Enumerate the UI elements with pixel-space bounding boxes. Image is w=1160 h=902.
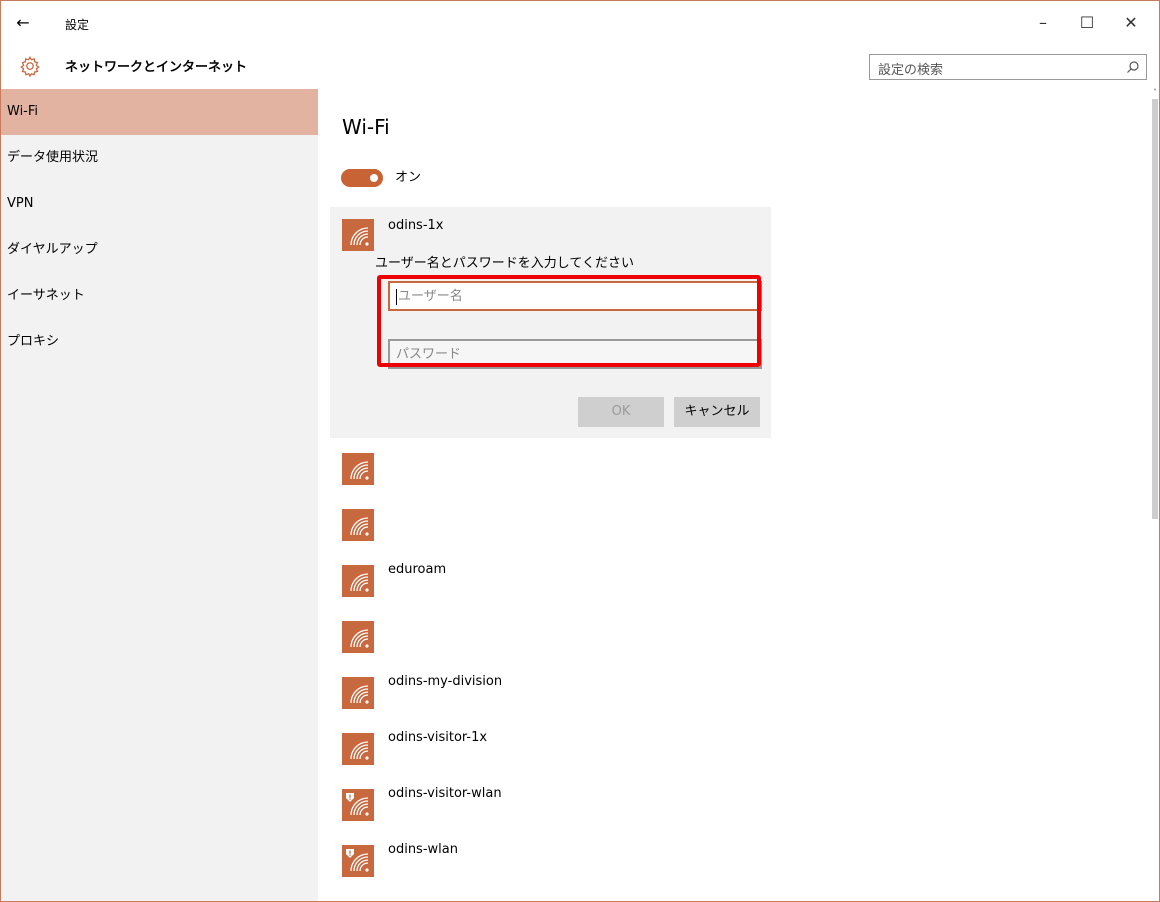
network-item-odins-visitor-wlan[interactable]: odins-visitor-wlan	[330, 777, 771, 833]
toggle-label: オン	[395, 170, 422, 185]
scroll-up-icon[interactable]: ˄	[1151, 89, 1159, 97]
network-name: odins-my-division	[388, 674, 503, 689]
page-title: Wi-Fi	[342, 115, 390, 139]
highlight-box	[377, 275, 761, 367]
sidebar-item-proxy[interactable]: プロキシ	[1, 319, 318, 365]
wifi-signal-icon	[342, 509, 374, 541]
wifi-toggle[interactable]	[341, 169, 383, 187]
wifi-signal-icon	[342, 733, 374, 765]
wifi-signal-icon	[342, 453, 374, 485]
network-item-eduroam[interactable]: eduroam	[330, 553, 771, 609]
sidebar: Wi-Fi データ使用状況 VPN ダイヤルアップ イーサネット プロキシ	[1, 89, 318, 901]
sidebar-item-ethernet[interactable]: イーサネット	[1, 273, 318, 319]
minimize-button[interactable]: –	[1021, 9, 1065, 37]
wifi-unsecured-icon	[342, 789, 374, 821]
network-item[interactable]	[330, 441, 771, 497]
window-title: 設定	[65, 18, 90, 32]
sidebar-item-data-usage[interactable]: データ使用状況	[1, 135, 318, 181]
maximize-button[interactable]: ☐	[1065, 9, 1109, 37]
sidebar-item-dialup[interactable]: ダイヤルアップ	[1, 227, 318, 273]
search-icon	[1127, 61, 1139, 73]
network-name: odins-wlan	[388, 842, 458, 857]
network-item-odins-my-division[interactable]: odins-my-division	[330, 665, 771, 721]
ok-button[interactable]: OK	[578, 397, 664, 427]
network-name: odins-visitor-wlan	[388, 786, 502, 801]
toggle-knob	[370, 174, 378, 182]
search-input[interactable]: 設定の検索	[869, 54, 1147, 80]
network-name: eduroam	[388, 562, 447, 577]
wifi-unsecured-icon	[342, 845, 374, 877]
wifi-signal-icon	[342, 565, 374, 597]
wifi-signal-icon	[342, 677, 374, 709]
wifi-signal-icon	[342, 621, 374, 653]
network-name: odins-1x	[388, 218, 444, 233]
back-button[interactable]: ←	[9, 11, 37, 35]
cancel-button[interactable]: キャンセル	[674, 397, 760, 427]
sidebar-item-vpn[interactable]: VPN	[1, 181, 318, 227]
wifi-signal-icon	[342, 219, 374, 251]
credentials-prompt: ユーザー名とパスワードを入力してください	[375, 256, 634, 271]
expanded-network: odins-1x ユーザー名とパスワードを入力してください ユーザー名 パスワー…	[330, 207, 771, 438]
network-name: odins-visitor-1x	[388, 730, 488, 745]
network-item-odins-visitor-1x[interactable]: odins-visitor-1x	[330, 721, 771, 777]
scrollbar[interactable]: ˄	[1151, 89, 1159, 901]
main-content: Wi-Fi オン odins-1x ユーザー名とパスワードを入力してください ユ…	[318, 89, 1154, 901]
settings-window: ← 設定 – ☐ ✕ ネットワークとインターネット 設定の検索 Wi-Fi デー…	[0, 0, 1160, 902]
gear-icon	[20, 56, 40, 77]
network-item[interactable]	[330, 497, 771, 553]
network-item-odins-wlan[interactable]: odins-wlan	[330, 833, 771, 889]
scroll-thumb[interactable]	[1152, 99, 1158, 519]
network-item[interactable]	[330, 609, 771, 665]
sidebar-item-wifi[interactable]: Wi-Fi	[1, 89, 318, 135]
section-title: ネットワークとインターネット	[65, 60, 248, 75]
title-bar: ← 設定 – ☐ ✕	[1, 1, 1159, 45]
search-placeholder: 設定の検索	[878, 63, 944, 78]
close-button[interactable]: ✕	[1109, 9, 1153, 37]
